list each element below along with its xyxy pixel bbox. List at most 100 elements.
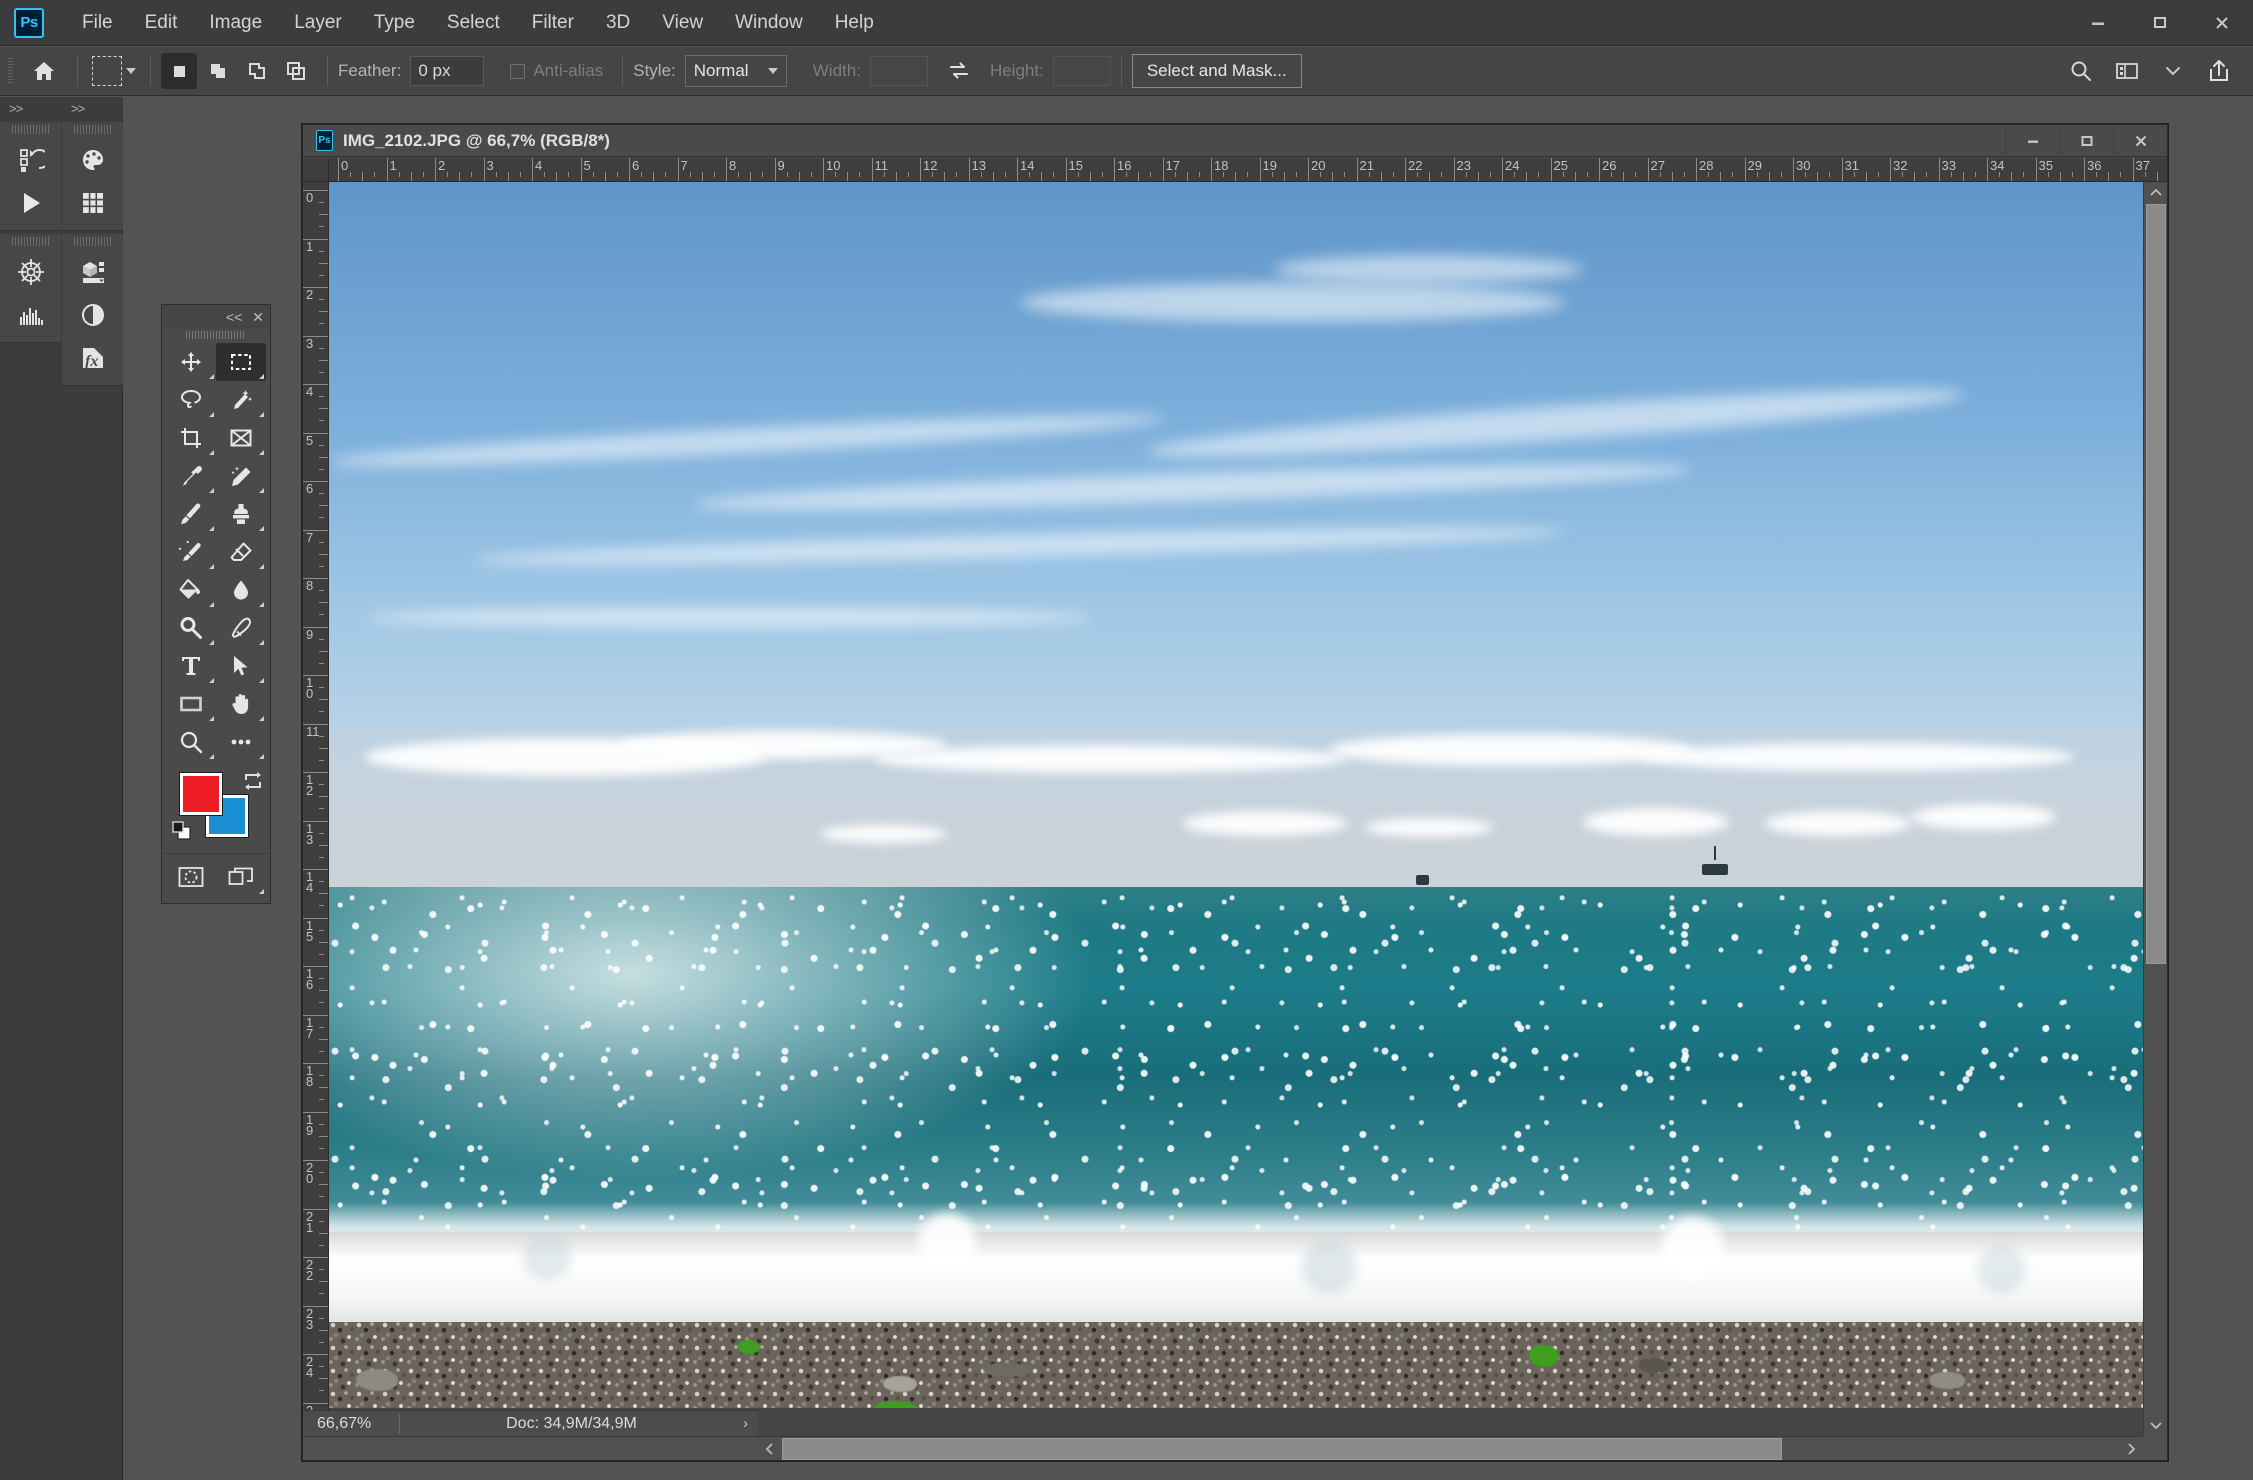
rectangle-tool[interactable] [166, 685, 216, 723]
rectangular-marquee-tool[interactable] [216, 343, 266, 381]
crop-tool[interactable] [166, 419, 216, 457]
3d-properties-icon[interactable] [62, 250, 123, 293]
blur-tool[interactable] [216, 571, 266, 609]
panel-grip[interactable] [74, 122, 111, 136]
grid-patterns-icon[interactable] [62, 181, 123, 224]
move-tool[interactable] [166, 343, 216, 381]
intersect-with-selection-button[interactable] [278, 53, 314, 89]
styles-fx-icon[interactable]: fx [62, 336, 123, 379]
close-panel-button[interactable]: ✕ [252, 310, 264, 324]
subtract-from-selection-button[interactable] [239, 53, 275, 89]
menu-view[interactable]: View [646, 0, 719, 46]
horizontal-ruler[interactable]: 0 1 2 3 4 5 6 7 8 9 10 11 12 13 14 15 16 17 18 19 20 21 22 23 24… [329, 158, 2167, 182]
menu-help[interactable]: Help [819, 0, 890, 46]
gradient-tool[interactable] [166, 571, 216, 609]
horizontal-scrollbar[interactable] [303, 1436, 2143, 1460]
adjustments-icon[interactable] [62, 293, 123, 336]
ruler-corner[interactable] [303, 158, 329, 182]
default-colors-icon[interactable] [172, 821, 192, 841]
close-button[interactable] [2191, 0, 2253, 46]
menu-image[interactable]: Image [193, 0, 278, 46]
horizontal-scroll-thumb[interactable] [782, 1437, 1782, 1460]
feather-input[interactable]: 0 px [410, 56, 485, 86]
zoom-tool[interactable] [166, 723, 216, 761]
document-close-button[interactable] [2113, 125, 2167, 157]
scroll-left-arrow[interactable] [758, 1438, 782, 1460]
tools-panel-grip[interactable] [162, 329, 270, 341]
panel-grip[interactable] [12, 122, 49, 136]
style-label: Style: [633, 61, 676, 80]
menu-filter[interactable]: Filter [516, 0, 590, 46]
document-size-info[interactable]: Doc: 34,9M/34,9M [400, 1415, 743, 1433]
panel-grip[interactable] [12, 234, 49, 248]
screen-mode-icon[interactable] [216, 858, 266, 896]
scroll-right-arrow[interactable] [2119, 1438, 2143, 1460]
dock-collapse-right[interactable]: >> [62, 97, 123, 119]
vertical-scrollbar[interactable] [2143, 182, 2167, 1436]
hand-tool[interactable] [216, 685, 266, 723]
anti-alias-checkbox[interactable] [510, 63, 526, 79]
vertical-scroll-thumb[interactable] [2145, 204, 2166, 964]
menu-window[interactable]: Window [719, 0, 819, 46]
document-title-bar[interactable]: Ps IMG_2102.JPG @ 66,7% (RGB/8*) [303, 125, 2167, 157]
quick-mask-mode-icon[interactable] [166, 858, 216, 896]
menu-edit[interactable]: Edit [129, 0, 194, 46]
ruler-label: 8 [729, 158, 737, 173]
clone-stamp-tool[interactable] [216, 495, 266, 533]
chevron-down-icon[interactable] [2153, 51, 2193, 91]
spot-healing-brush-tool[interactable] [216, 457, 266, 495]
eraser-tool[interactable] [216, 533, 266, 571]
menu-layer[interactable]: Layer [278, 0, 358, 46]
menu-file[interactable]: File [66, 0, 129, 46]
dock-collapse-left[interactable]: >> [0, 97, 61, 119]
home-icon[interactable] [21, 48, 67, 94]
document-maximize-button[interactable] [2059, 125, 2113, 157]
select-and-mask-button[interactable]: Select and Mask... [1131, 54, 1302, 88]
width-input[interactable] [869, 56, 928, 86]
pen-tool[interactable] [216, 609, 266, 647]
frame-tool[interactable] [216, 419, 266, 457]
dodge-tool[interactable] [166, 609, 216, 647]
height-input[interactable] [1052, 56, 1111, 86]
vertical-ruler[interactable]: 0 1 2 3 4 5 6 7 8 9 10 11 12 13 14 15 16 17 18 19 20 21 22 23 24… [303, 182, 329, 1460]
collapse-panel-button[interactable]: << [226, 310, 242, 324]
brush-tool[interactable] [166, 495, 216, 533]
tool-preset-picker[interactable] [88, 51, 140, 91]
style-dropdown[interactable]: Normal [684, 55, 787, 87]
scroll-up-arrow[interactable] [2144, 182, 2168, 204]
scroll-down-arrow[interactable] [2144, 1414, 2168, 1436]
path-selection-tool[interactable] [216, 647, 266, 685]
edit-toolbar-tool[interactable] [216, 723, 266, 761]
swatches-palette-icon[interactable] [62, 138, 123, 181]
image-canvas[interactable] [329, 182, 2147, 1408]
add-to-selection-button[interactable] [200, 53, 236, 89]
options-bar-grip[interactable] [8, 58, 13, 84]
menu-type[interactable]: Type [358, 0, 431, 46]
foreground-color-swatch[interactable] [179, 772, 223, 816]
horizontal-type-tool[interactable] [166, 647, 216, 685]
search-icon[interactable] [2061, 51, 2101, 91]
menu-3d[interactable]: 3D [590, 0, 646, 46]
workspace-icon[interactable] [2107, 51, 2147, 91]
document-minimize-button[interactable] [2005, 125, 2059, 157]
status-expand-arrow[interactable]: › [743, 1415, 758, 1432]
eyedropper-tool[interactable] [166, 457, 216, 495]
menu-select[interactable]: Select [431, 0, 516, 46]
share-icon[interactable] [2199, 51, 2239, 91]
history-icon[interactable] [0, 138, 61, 181]
canvas-area[interactable] [329, 182, 2167, 1460]
swap-colors-icon[interactable] [242, 771, 264, 791]
actions-play-icon[interactable] [0, 181, 61, 224]
panel-grip[interactable] [74, 234, 111, 248]
navigator-icon[interactable] [0, 250, 61, 293]
history-brush-tool[interactable] [166, 533, 216, 571]
object-selection-tool[interactable] [216, 381, 266, 419]
lasso-tool[interactable] [166, 381, 216, 419]
maximize-button[interactable] [2129, 0, 2191, 46]
histogram-icon[interactable] [0, 293, 61, 336]
new-selection-button[interactable] [161, 53, 197, 89]
ruler-label: 15 [1068, 158, 1083, 173]
zoom-level-value[interactable]: 66,67% [303, 1415, 399, 1433]
swap-width-height-icon[interactable] [944, 61, 974, 81]
minimize-button[interactable] [2067, 0, 2129, 46]
